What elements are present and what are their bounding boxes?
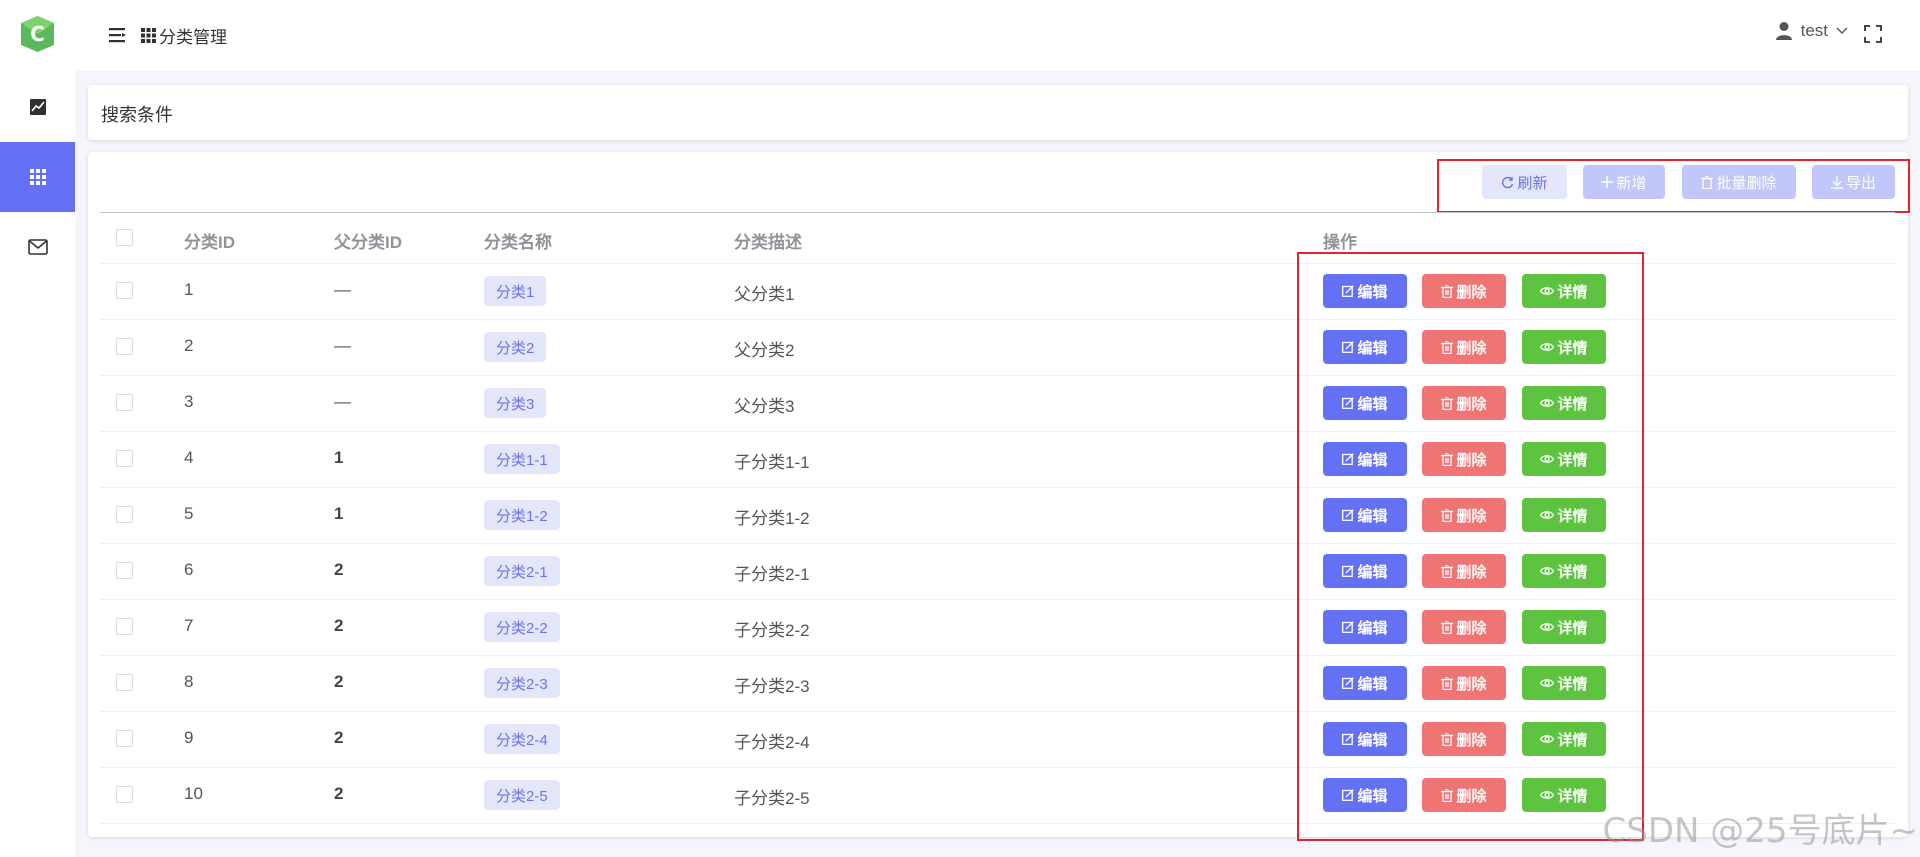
cell-parent-id: — (334, 336, 351, 355)
cell-description: 子分类2-5 (734, 789, 810, 808)
cell-description: 子分类2-3 (734, 677, 810, 696)
actions-highlight (1297, 252, 1644, 841)
category-name-tag: 分类2-2 (484, 612, 560, 642)
app-logo[interactable]: C (19, 15, 56, 53)
username: test (1800, 21, 1828, 40)
category-name-tag: 分类1-2 (484, 500, 560, 530)
export-button[interactable]: 导出 (1812, 165, 1895, 199)
refresh-label: 刷新 (1517, 174, 1548, 192)
category-name-tag: 分类1 (484, 276, 547, 306)
cell-id: 2 (184, 336, 194, 355)
cell-description: 子分类2-4 (734, 733, 810, 752)
refresh-button[interactable]: 刷新 (1482, 165, 1567, 199)
category-name-tag: 分类3 (484, 388, 547, 418)
page-title: 分类管理 (159, 27, 227, 47)
fullscreen-icon[interactable] (1864, 25, 1884, 45)
mail-icon (27, 239, 48, 255)
search-panel-title: 搜索条件 (101, 105, 173, 125)
table-divider (100, 212, 1895, 213)
category-name-tag: 分类2-1 (484, 556, 560, 586)
category-name-tag: 分类2-4 (484, 724, 560, 754)
category-name-tag: 分类2 (484, 332, 547, 362)
cell-parent-id: — (334, 392, 351, 411)
cell-id: 6 (184, 560, 194, 579)
cell-parent-id: 2 (334, 672, 344, 691)
user-icon (1775, 21, 1793, 41)
cell-parent-id: 2 (334, 728, 344, 747)
row-checkbox[interactable] (116, 786, 133, 803)
column-header-id: 分类ID (184, 233, 235, 252)
sidebar-item-message[interactable] (0, 212, 75, 282)
cell-id: 10 (184, 784, 203, 803)
grid-icon (141, 27, 156, 43)
batch-delete-button[interactable]: 批量删除 (1682, 165, 1796, 199)
chart-icon (29, 98, 47, 116)
sidebar-item-dashboard[interactable] (0, 72, 75, 142)
top-header: 分类管理 test (75, 0, 1920, 70)
download-icon (1830, 175, 1843, 189)
cell-description: 子分类1-2 (734, 509, 810, 528)
cell-parent-id: 2 (334, 560, 344, 579)
cell-id: 3 (184, 392, 194, 411)
sidebar: C (0, 0, 75, 857)
row-checkbox[interactable] (116, 730, 133, 747)
row-checkbox[interactable] (116, 338, 133, 355)
cell-parent-id: 2 (334, 784, 344, 803)
row-checkbox[interactable] (116, 282, 133, 299)
category-name-tag: 分类2-5 (484, 780, 560, 810)
search-panel: 搜索条件 (88, 85, 1908, 140)
row-checkbox[interactable] (116, 562, 133, 579)
trash-icon (1701, 175, 1714, 189)
breadcrumb: 分类管理 (141, 24, 227, 47)
cell-description: 父分类1 (734, 285, 795, 304)
refresh-icon (1501, 176, 1514, 189)
cell-description: 子分类2-1 (734, 565, 810, 584)
cell-description: 父分类3 (734, 397, 795, 416)
column-header-parent-id: 父分类ID (334, 233, 402, 252)
svg-text:C: C (30, 22, 45, 46)
row-checkbox[interactable] (116, 674, 133, 691)
cell-parent-id: — (334, 280, 351, 299)
cell-description: 父分类2 (734, 341, 795, 360)
cell-id: 5 (184, 504, 194, 523)
cell-id: 1 (184, 280, 194, 299)
category-name-tag: 分类2-3 (484, 668, 560, 698)
menu-toggle-icon[interactable] (107, 25, 127, 45)
cell-parent-id: 2 (334, 616, 344, 635)
row-checkbox[interactable] (116, 618, 133, 635)
add-label: 新增 (1616, 174, 1647, 192)
column-header-name: 分类名称 (484, 233, 552, 252)
sidebar-item-category[interactable] (0, 142, 75, 212)
select-all-checkbox[interactable] (116, 229, 133, 246)
column-header-actions: 操作 (1323, 233, 1357, 252)
cell-id: 8 (184, 672, 194, 691)
batch-delete-label: 批量删除 (1716, 174, 1777, 192)
user-menu[interactable]: test (1775, 21, 1848, 41)
cell-parent-id: 1 (334, 448, 344, 467)
row-checkbox[interactable] (116, 506, 133, 523)
category-name-tag: 分类1-1 (484, 444, 560, 474)
chevron-down-icon (1836, 27, 1848, 35)
cell-id: 9 (184, 728, 194, 747)
cell-parent-id: 1 (334, 504, 344, 523)
plus-icon (1601, 176, 1614, 188)
row-checkbox[interactable] (116, 450, 133, 467)
grid-icon (29, 168, 47, 186)
watermark: CSDN @25号底片~ (1602, 811, 1919, 851)
cell-description: 子分类1-1 (734, 453, 810, 472)
column-header-description: 分类描述 (734, 233, 802, 252)
cell-id: 7 (184, 616, 194, 635)
add-button[interactable]: 新增 (1583, 165, 1665, 199)
cell-id: 4 (184, 448, 194, 467)
cell-description: 子分类2-2 (734, 621, 810, 640)
row-checkbox[interactable] (116, 394, 133, 411)
export-label: 导出 (1845, 174, 1876, 192)
